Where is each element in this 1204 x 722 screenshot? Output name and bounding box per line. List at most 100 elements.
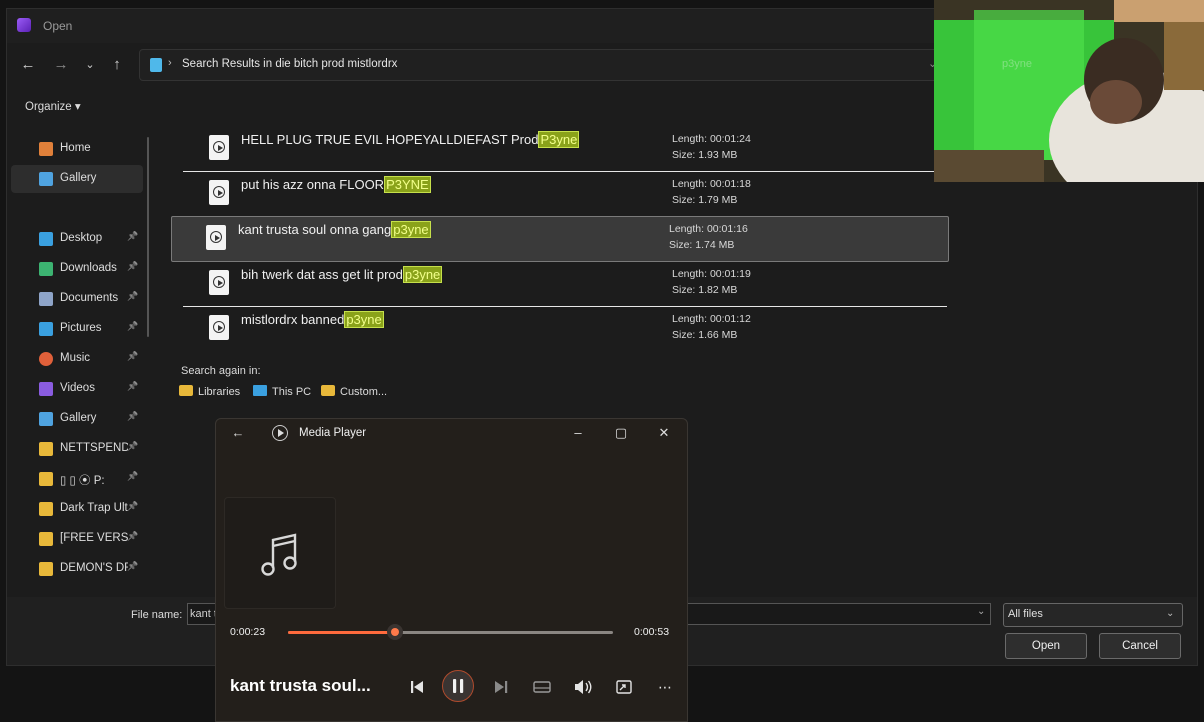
more-options-icon[interactable]: ⋯ bbox=[650, 672, 680, 702]
back-arrow-icon[interactable]: ← bbox=[226, 422, 250, 444]
breadcrumb-chevron-icon: › bbox=[168, 57, 172, 69]
sidebar-item-2[interactable]: Gallery bbox=[11, 165, 143, 193]
sidebar-scrollbar[interactable] bbox=[147, 137, 149, 337]
folder-icon bbox=[39, 472, 53, 486]
search-match-highlight: p3yne bbox=[391, 221, 431, 238]
seek-thumb[interactable] bbox=[387, 624, 404, 640]
search-match-highlight: p3yne bbox=[402, 266, 443, 283]
file-name: bih twerk dat ass get lit prod p3yne bbox=[241, 266, 443, 283]
pin-icon[interactable]: 📌 bbox=[127, 321, 138, 332]
up-arrow-icon[interactable]: ↑ bbox=[106, 54, 128, 76]
pin-icon[interactable]: 📌 bbox=[127, 441, 138, 452]
pin-icon[interactable]: 📌 bbox=[127, 291, 138, 302]
sidebar-item-label: Gallery bbox=[60, 412, 97, 424]
file-name-text: kant trusta soul onna gang bbox=[238, 222, 392, 237]
forward-arrow-icon[interactable]: → bbox=[50, 54, 72, 76]
file-type-select[interactable]: All files ⌄ bbox=[1003, 603, 1183, 627]
result-row[interactable]: mistlordrx banned p3yne Length: 00:01:12 Si… bbox=[175, 307, 953, 351]
miniplayer-icon[interactable] bbox=[527, 672, 557, 702]
result-row[interactable]: HELL PLUG TRUE EVIL HOPEYALLDIEFAST Prod… bbox=[175, 127, 953, 171]
sidebar-item-9[interactable]: Gallery 📌 bbox=[11, 405, 143, 433]
close-icon[interactable]: ✕ bbox=[652, 422, 676, 444]
file-name: HELL PLUG TRUE EVIL HOPEYALLDIEFAST Prod… bbox=[241, 131, 580, 148]
dialog-title: Open bbox=[43, 19, 73, 33]
sidebar-item-12[interactable]: Dark Trap Ult 📌 bbox=[11, 495, 143, 523]
sidebar-item-label: NETTSPEND bbox=[60, 442, 128, 454]
organize-button[interactable]: Organize ▾ bbox=[25, 99, 81, 113]
maximize-icon[interactable]: ▢ bbox=[609, 422, 633, 444]
pin-icon[interactable]: 📌 bbox=[127, 501, 138, 512]
download-icon bbox=[39, 262, 53, 276]
pin-icon[interactable]: 📌 bbox=[127, 561, 138, 572]
file-type-value: All files bbox=[1008, 608, 1043, 620]
folder-icon bbox=[39, 562, 53, 576]
volume-icon[interactable] bbox=[568, 672, 598, 702]
file-length: Length: 00:01:24 bbox=[672, 133, 751, 145]
sidebar-item-4[interactable]: Downloads 📌 bbox=[11, 255, 143, 283]
sidebar-item-label: Music bbox=[60, 352, 91, 364]
sidebar-item-7[interactable]: Music 📌 bbox=[11, 345, 143, 373]
file-name-dropdown-icon[interactable]: ⌄ bbox=[977, 606, 985, 617]
minimize-icon[interactable]: – bbox=[566, 422, 590, 444]
sidebar-item-8[interactable]: Videos 📌 bbox=[11, 375, 143, 403]
open-button[interactable]: Open bbox=[1005, 633, 1087, 659]
pause-button[interactable] bbox=[442, 670, 474, 702]
address-bar[interactable]: › Search Results in die bitch prod mistl… bbox=[139, 49, 941, 81]
pin-icon[interactable]: 📌 bbox=[127, 531, 138, 542]
sidebar-item-label: Pictures bbox=[60, 322, 102, 334]
audio-file-icon bbox=[209, 135, 229, 160]
pin-icon[interactable]: 📌 bbox=[127, 411, 138, 422]
breadcrumb: Search Results in die bitch prod mistlor… bbox=[182, 58, 398, 70]
file-size: Size: 1.82 MB bbox=[672, 284, 738, 296]
result-row[interactable]: put his azz onna FLOOR P3YNE Length: 00:01… bbox=[175, 172, 953, 216]
sidebar-item-14[interactable]: DEMON'S DF 📌 bbox=[11, 555, 143, 583]
custom-folder-icon bbox=[321, 385, 335, 396]
search-results-list: HELL PLUG TRUE EVIL HOPEYALLDIEFAST Prod… bbox=[167, 127, 949, 363]
cancel-button[interactable]: Cancel bbox=[1099, 633, 1181, 659]
result-row[interactable]: bih twerk dat ass get lit prod p3yne Lengt… bbox=[175, 262, 953, 306]
sidebar-item-13[interactable]: [FREE VERSIC📌 bbox=[11, 525, 143, 553]
pin-icon[interactable]: 📌 bbox=[127, 261, 138, 272]
sidebar-item-label: Gallery bbox=[60, 172, 97, 184]
pin-icon[interactable]: 📌 bbox=[127, 231, 138, 242]
folder-icon bbox=[39, 532, 53, 546]
music-icon bbox=[39, 352, 53, 366]
folder-icon bbox=[39, 442, 53, 456]
file-name: put his azz onna FLOOR P3YNE bbox=[241, 176, 431, 193]
back-arrow-icon[interactable]: ← bbox=[17, 54, 39, 76]
sidebar-item-1[interactable]: Home bbox=[11, 135, 143, 163]
search-again-panel: Search again in: Libraries This PC Custo… bbox=[175, 365, 575, 415]
sidebar-item-5[interactable]: Documents 📌 bbox=[11, 285, 143, 313]
file-size: Size: 1.74 MB bbox=[669, 239, 735, 251]
media-player-title: Media Player bbox=[299, 427, 367, 439]
file-name-text: bih twerk dat ass get lit prod bbox=[241, 267, 403, 282]
audio-file-icon bbox=[209, 180, 229, 205]
next-track-icon[interactable] bbox=[486, 672, 516, 702]
computer-icon bbox=[253, 385, 267, 396]
search-this-pc-link[interactable]: This PC bbox=[253, 385, 311, 398]
sidebar-item-label: Videos bbox=[60, 382, 95, 394]
audio-file-icon bbox=[206, 225, 226, 250]
search-libraries-link[interactable]: Libraries bbox=[179, 385, 240, 398]
pin-icon[interactable]: 📌 bbox=[127, 351, 138, 362]
sidebar-item-3[interactable]: Desktop 📌 bbox=[11, 225, 143, 253]
sidebar-item-6[interactable]: Pictures 📌 bbox=[11, 315, 143, 343]
navigation-bar: ← → ⌄ ↑ › Search Results in die bitch pr… bbox=[7, 45, 941, 85]
duration-time: 0:00:53 bbox=[634, 626, 670, 638]
file-name: kant trusta soul onna gang p3yne bbox=[238, 221, 431, 238]
previous-track-icon[interactable] bbox=[402, 672, 432, 702]
sidebar-item-10[interactable]: NETTSPEND 📌 bbox=[11, 435, 143, 463]
cast-icon[interactable] bbox=[609, 672, 639, 702]
search-folder-icon bbox=[150, 58, 162, 72]
sidebar-item-11[interactable]: ▯ ▯ ⦿ P: 📌 bbox=[11, 465, 143, 493]
pin-icon[interactable]: 📌 bbox=[127, 471, 138, 482]
result-row[interactable]: kant trusta soul onna gang p3yne Length: 0… bbox=[171, 216, 949, 262]
pin-icon[interactable]: 📌 bbox=[127, 381, 138, 392]
sidebar-item-label: DEMON'S DF bbox=[60, 562, 128, 574]
recent-locations-chevron-icon[interactable]: ⌄ bbox=[79, 54, 101, 76]
file-length: Length: 00:01:16 bbox=[669, 223, 748, 235]
sidebar-item-label: Dark Trap Ult bbox=[60, 502, 128, 514]
search-custom-link[interactable]: Custom... bbox=[321, 385, 387, 398]
search-box-text: p3yne bbox=[1002, 58, 1032, 70]
search-match-highlight: P3YNE bbox=[384, 176, 431, 193]
